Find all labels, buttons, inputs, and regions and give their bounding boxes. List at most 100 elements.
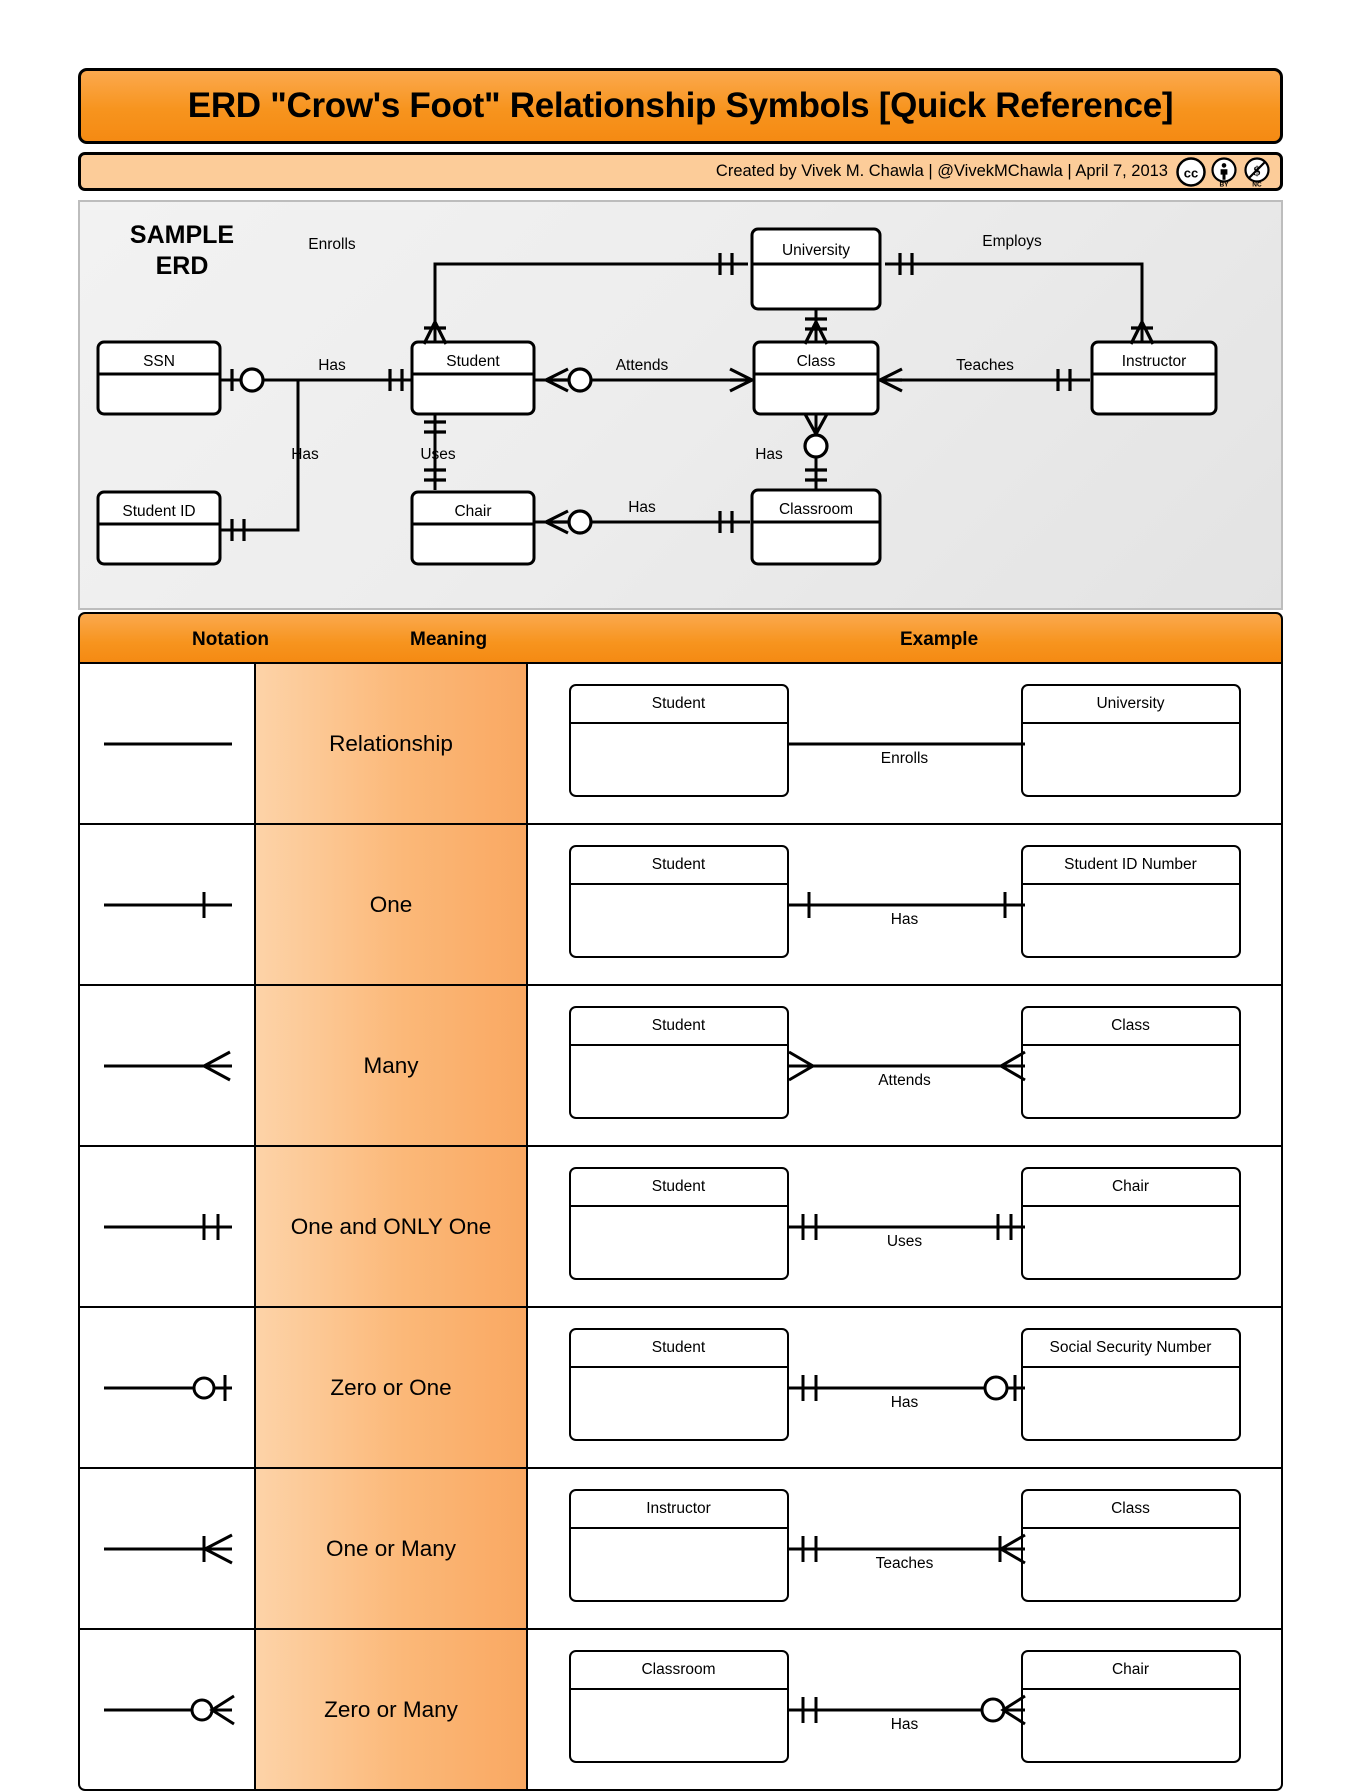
- example-cell: Classroom Chair Has: [528, 1630, 1281, 1789]
- one-icon: [104, 891, 232, 918]
- meaning-cell: Relationship: [256, 664, 528, 823]
- entity-classroom: Classroom: [750, 488, 882, 566]
- svg-text:Student: Student: [446, 353, 500, 370]
- meaning-cell: Zero or One: [256, 1308, 528, 1467]
- table-row: One Student Student ID Number Has: [78, 825, 1283, 986]
- entity-ssn: SSN: [96, 340, 222, 416]
- entity-name: Class: [1022, 1008, 1239, 1046]
- notation-cell-zero-or-one: [80, 1308, 256, 1467]
- notation-table: Notation Meaning Example Relationship St…: [78, 612, 1283, 1791]
- svg-text:cc: cc: [1184, 165, 1198, 180]
- rel-label-has-ssn: Has: [318, 357, 346, 374]
- entity-name: Student: [570, 1169, 787, 1207]
- table-row: One and ONLY One Student Chair Uses: [78, 1147, 1283, 1308]
- page-title-bar: ERD "Crow's Foot" Relationship Symbols […: [78, 68, 1283, 144]
- cc-nc-noncommercial-icon: $ NC: [1242, 156, 1272, 187]
- table-header-row: Notation Meaning Example: [78, 612, 1283, 664]
- credit-bar: Created by Vivek M. Chawla | @VivekMChaw…: [78, 152, 1283, 191]
- example-relationship-label: Attends: [878, 1071, 931, 1089]
- credit-text: Created by Vivek M. Chawla | @VivekMChaw…: [715, 162, 1168, 180]
- meaning-cell: Zero or Many: [256, 1630, 528, 1789]
- meaning-cell: One and ONLY One: [256, 1147, 528, 1306]
- column-header-example: Example: [900, 629, 979, 650]
- example-cell: Student Student ID Number Has: [528, 825, 1281, 984]
- entity-instructor: Instructor: [1090, 340, 1218, 416]
- example-relationship-label: Has: [890, 910, 919, 928]
- entity-name: Classroom: [570, 1652, 787, 1690]
- cc-by-attribution-icon: BY: [1209, 156, 1239, 187]
- example-connector: [788, 1533, 1026, 1564]
- example-entity-left: Student: [568, 683, 789, 797]
- page-title: ERD "Crow's Foot" Relationship Symbols […: [187, 86, 1174, 125]
- plain-line-icon: [104, 742, 232, 745]
- svg-text:Chair: Chair: [454, 503, 491, 520]
- example-entity-right: Social Security Number: [1020, 1327, 1241, 1441]
- example-relationship-label: Has: [890, 1393, 919, 1411]
- entity-name: Student ID Number: [1022, 847, 1239, 885]
- rel-label-has-chair: Has: [628, 499, 656, 516]
- rel-label-employs: Employs: [982, 233, 1042, 250]
- notation-cell-many: [80, 986, 256, 1145]
- column-header-meaning: Meaning: [410, 629, 488, 650]
- entity-chair: Chair: [410, 490, 536, 566]
- example-entity-left: Student: [568, 844, 789, 958]
- entity-university: University: [750, 227, 882, 311]
- example-cell: Student Social Security Number Has: [528, 1308, 1281, 1467]
- example-entity-left: Instructor: [568, 1488, 789, 1602]
- example-cell: Student Class Attends: [528, 986, 1281, 1145]
- entity-student-id: Student ID: [96, 490, 222, 566]
- example-relationship-label: Enrolls: [880, 749, 929, 767]
- erd-quick-reference-page: ERD "Crow's Foot" Relationship Symbols […: [0, 0, 1360, 1791]
- rel-label-uses: Uses: [420, 446, 456, 463]
- zero-or-one-icon: [104, 1374, 232, 1401]
- entity-name: Instructor: [570, 1491, 787, 1529]
- svg-text:Student ID: Student ID: [122, 503, 195, 520]
- sample-erd-diagram: SSN Student ID Student Chair University …: [96, 227, 1218, 566]
- example-entity-left: Student: [568, 1005, 789, 1119]
- example-entity-right: Class: [1020, 1005, 1241, 1119]
- example-cell: Instructor Class Teaches: [528, 1469, 1281, 1628]
- table-row: Zero or Many Classroom Chair Has: [78, 1630, 1283, 1791]
- svg-text:Classroom: Classroom: [779, 501, 853, 518]
- entity-class: Class: [752, 340, 880, 416]
- entity-name: Chair: [1022, 1169, 1239, 1207]
- notation-cell-one: [80, 825, 256, 984]
- entity-name: Chair: [1022, 1652, 1239, 1690]
- svg-text:Class: Class: [797, 353, 836, 370]
- svg-text:SSN: SSN: [143, 353, 175, 370]
- svg-text:NC: NC: [1252, 181, 1262, 187]
- svg-text:BY: BY: [1219, 181, 1229, 187]
- rel-label-has-classroom: Has: [755, 446, 783, 463]
- entity-name: Student: [570, 847, 787, 885]
- example-connector: [787, 1050, 1026, 1081]
- example-cell: Student Chair Uses: [528, 1147, 1281, 1306]
- example-entity-right: Chair: [1020, 1649, 1241, 1763]
- one-and-only-one-icon: [104, 1213, 232, 1240]
- example-entity-right: Class: [1020, 1488, 1241, 1602]
- notation-cell-one-or-many: [80, 1469, 256, 1628]
- creative-commons-badges: cc BY $ NC: [1176, 156, 1272, 187]
- example-entity-right: Student ID Number: [1020, 844, 1241, 958]
- meaning-cell: One: [256, 825, 528, 984]
- one-or-many-icon: [104, 1533, 233, 1564]
- cc-logo-icon: cc: [1176, 156, 1206, 187]
- table-row: Zero or One Student Social Security Numb…: [78, 1308, 1283, 1469]
- notation-cell-relationship: [80, 664, 256, 823]
- table-row: One or Many Instructor Class Teaches: [78, 1469, 1283, 1630]
- notation-cell-zero-or-many: [80, 1630, 256, 1789]
- entity-name: Class: [1022, 1491, 1239, 1529]
- table-row: Relationship Student University Enrolls: [78, 664, 1283, 825]
- sample-erd-panel: SAMPLE ERD SSN Student ID Student Chair …: [78, 200, 1283, 610]
- notation-cell-one-and-only-one: [80, 1147, 256, 1306]
- example-connector: [788, 1213, 1025, 1240]
- many-crows-foot-icon: [104, 1050, 232, 1081]
- example-cell: Student University Enrolls: [528, 664, 1281, 823]
- entity-name: Student: [570, 686, 787, 724]
- example-entity-left: Student: [568, 1327, 789, 1441]
- entity-name: Student: [570, 1008, 787, 1046]
- column-header-notation: Notation: [192, 629, 270, 650]
- entity-student: Student: [410, 340, 536, 416]
- rel-label-attends: Attends: [616, 357, 669, 374]
- example-connector: [788, 891, 1025, 918]
- svg-text:University: University: [782, 242, 850, 259]
